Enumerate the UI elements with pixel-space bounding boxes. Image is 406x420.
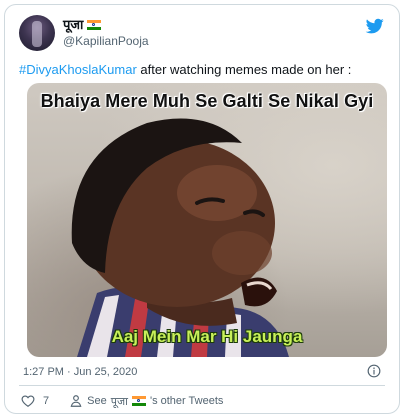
author-handle[interactable]: @KapilianPooja xyxy=(63,33,149,49)
author-name-row[interactable]: पूजा xyxy=(63,17,149,33)
like-button[interactable]: 7 xyxy=(21,394,49,408)
meme-photo xyxy=(71,118,289,357)
tweet-timestamp[interactable]: 1:27 PM · Jun 25, 2020 xyxy=(23,365,137,379)
tweet-text-body: after watching memes made on her : xyxy=(136,62,352,77)
india-flag-icon xyxy=(87,20,102,30)
see-prefix: See xyxy=(87,395,107,407)
author-info[interactable]: पूजा @KapilianPooja xyxy=(63,17,149,49)
avatar[interactable] xyxy=(19,15,55,51)
meme-caption-top: Bhaiya Mere Muh Se Galti Se Nikal Gyi xyxy=(40,91,374,111)
tweet-header: पूजा @KapilianPooja xyxy=(19,15,385,55)
info-icon[interactable] xyxy=(367,364,381,378)
tweet-footer: 7 See पूजा 's other Tweets xyxy=(21,392,385,410)
author-display-name[interactable]: पूजा xyxy=(63,17,83,33)
see-author-name: पूजा xyxy=(110,395,128,408)
tweet-media-image[interactable]: Bhaiya Mere Muh Se Galti Se Nikal Gyi Aa… xyxy=(27,83,387,357)
see-other-tweets-link[interactable]: See पूजा 's other Tweets xyxy=(69,394,223,409)
twitter-bird-icon[interactable] xyxy=(365,17,385,35)
see-suffix: 's other Tweets xyxy=(149,395,224,407)
tweet-card[interactable]: पूजा @KapilianPooja #DivyaKhoslaKumar af… xyxy=(4,4,400,414)
meme-caption-bottom: Aaj Mein Mar Hi Jaunga xyxy=(111,327,303,346)
india-flag-icon xyxy=(131,396,146,406)
person-icon xyxy=(70,395,82,407)
like-count: 7 xyxy=(43,395,50,407)
heart-icon xyxy=(21,395,35,407)
tweet-text: #DivyaKhoslaKumar after watching memes m… xyxy=(19,61,385,78)
hashtag-link[interactable]: #DivyaKhoslaKumar xyxy=(19,62,137,77)
footer-divider xyxy=(19,385,385,386)
